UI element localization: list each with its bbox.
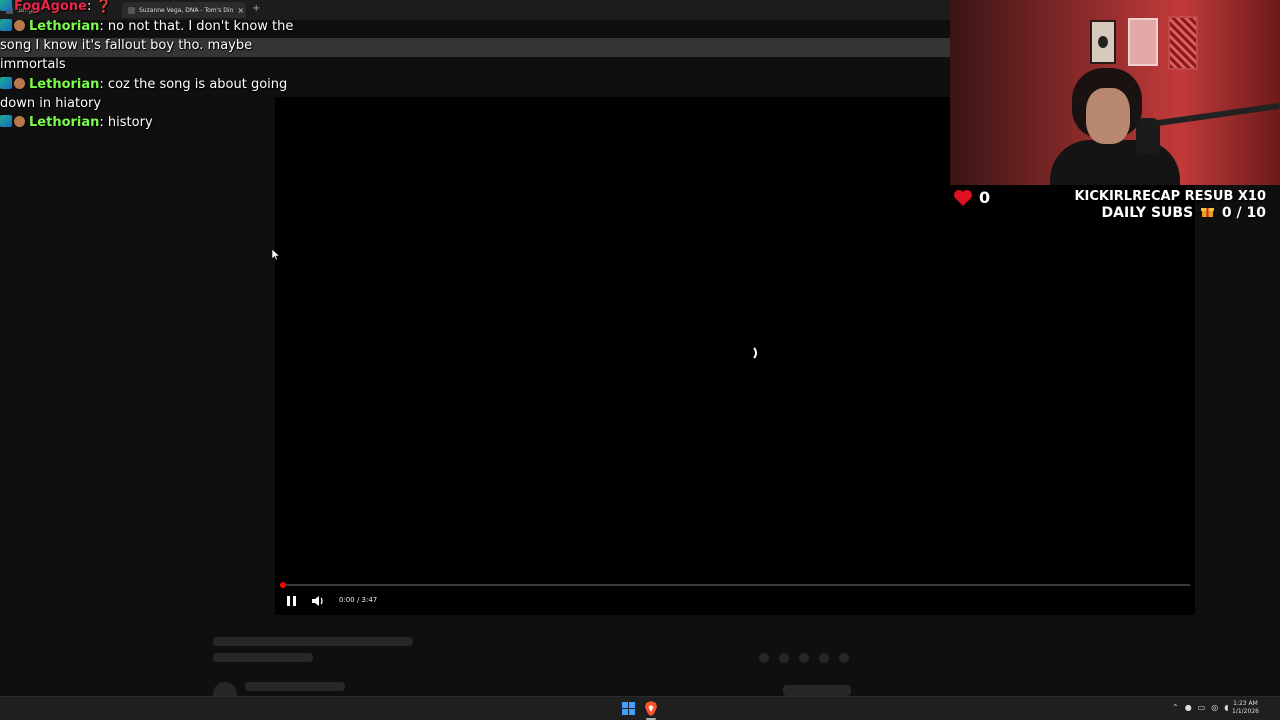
action-placeholder [799,653,809,663]
goal-label: DAILY SUBS [1101,205,1194,221]
chat-message: Lethorian: history [0,113,300,132]
chevron-up-icon[interactable]: ⌃ [1172,703,1179,712]
goal-progress: DAILY SUBS 0 / 10 [1074,205,1266,222]
time-display: 0:00 / 3:47 [339,596,378,604]
volume-icon[interactable]: ◖ [1224,703,1228,712]
chat-message: Lethorian: no not that. I don't know the… [0,17,300,74]
subscriber-badge-icon [0,77,12,89]
wall-frame [1128,18,1158,66]
question-emote-icon: ❓ [95,0,112,14]
heart-counter: 0 [953,188,990,207]
windows-start-icon[interactable] [622,702,635,715]
volume-icon[interactable] [310,593,326,609]
network-icon[interactable]: ◎ [1211,703,1218,712]
chat-username: Lethorian [29,77,100,92]
heart-count: 0 [979,188,991,207]
heart-icon [954,189,972,206]
gift-icon [1201,208,1215,217]
action-placeholder [779,653,789,663]
action-placeholder [819,653,829,663]
chat-separator: : [99,77,108,92]
goal-value: 0 / 10 [1221,205,1266,221]
mic-arm [1150,102,1280,128]
subtitle-placeholder [213,653,313,662]
action-placeholder [759,653,769,663]
start-tile [622,709,628,715]
chat-username: Lethorian [29,19,100,34]
progress-scrubber[interactable] [280,582,286,588]
chat-message: FogAgone: ❓ [0,0,300,16]
clock-date: 1/1/2026 [1232,708,1259,715]
subscribe-placeholder [783,685,851,696]
action-placeholder [839,653,849,663]
wall-frame [1168,16,1198,70]
battery-icon[interactable]: ▭ [1198,703,1206,712]
start-tile [622,702,628,708]
sub-goal: KICKIRLRECAP RESUB X10 DAILY SUBS 0 / 10 [1074,189,1266,222]
loading-spinner-icon [741,345,757,361]
pause-icon [286,596,290,606]
microphone-icon [1136,118,1160,154]
chat-username: Lethorian [29,115,100,130]
pause-button[interactable] [285,594,297,608]
clock-time: 1:23 AM [1233,700,1258,707]
chat-username: FogAgone [14,0,87,14]
pause-icon-bar [292,596,296,606]
user-badge-icon [14,20,25,31]
chat-separator: : [86,0,92,14]
wall-frame-art [1098,36,1108,48]
channel-placeholder [245,682,345,691]
streamer-body [1050,140,1180,185]
chat-message: Lethorian: coz the song is about going d… [0,75,300,113]
user-badge-icon [14,116,25,127]
mic-icon[interactable]: ● [1185,703,1192,712]
system-tray: ⌃ ● ▭ ◎ ◖ [1172,703,1228,712]
chat-separator: : [99,115,108,130]
start-tile [629,709,635,715]
user-badge-icon [14,78,25,89]
player-controls: 0:00 / 3:47 [275,589,1195,615]
title-placeholder [213,637,413,646]
chat-text: history [107,115,153,130]
mouse-cursor-icon [272,249,280,261]
subscriber-badge-icon [0,19,12,31]
subscriber-badge-icon [0,115,12,127]
streamer-face [1086,88,1130,144]
progress-bar[interactable] [280,582,1190,588]
brave-browser-icon[interactable] [644,701,658,716]
webcam-feed [950,0,1280,185]
start-tile [629,702,635,708]
wall-frame [1090,20,1116,64]
chat-separator: : [99,19,108,34]
subscriber-badge-icon [0,0,12,11]
taskbar: ⌃ ● ▭ ◎ ◖ 1:23 AM 1/1/2026 [0,696,1280,720]
system-clock[interactable]: 1:23 AM 1/1/2026 [1232,700,1259,716]
goal-title: KICKIRLRECAP RESUB X10 [1074,189,1266,204]
